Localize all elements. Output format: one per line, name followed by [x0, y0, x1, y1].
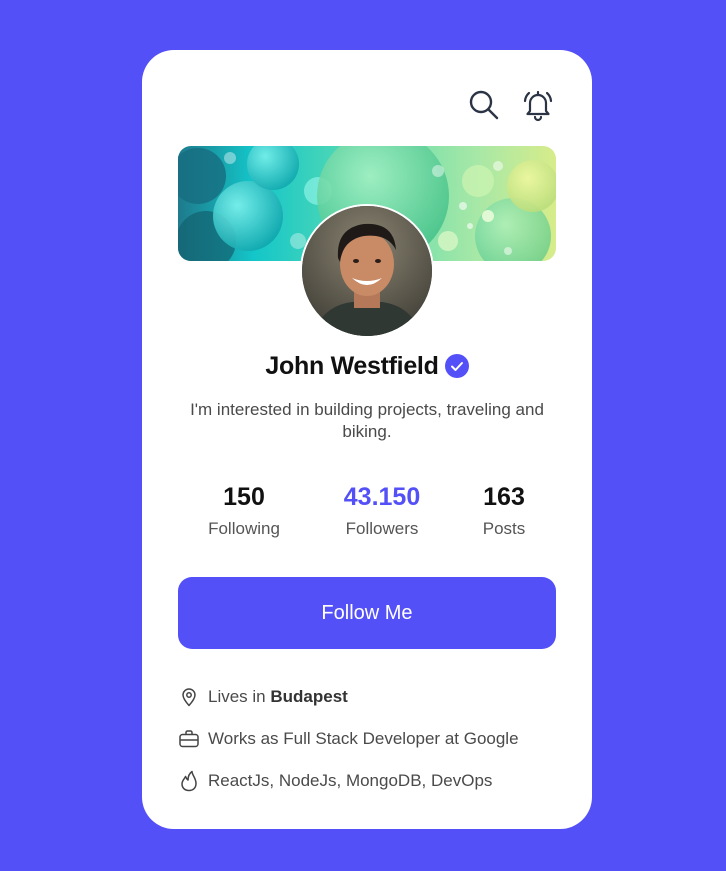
search-button[interactable] — [467, 88, 501, 122]
info-work: Works as Full Stack Developer at Google — [178, 726, 578, 752]
stat-followers[interactable]: 43.150 Followers — [322, 479, 442, 542]
info-location-city: Budapest — [270, 687, 348, 706]
briefcase-icon — [178, 728, 200, 750]
follow-button[interactable]: Follow Me — [178, 577, 556, 649]
profile-bio: I'm interested in building projects, tra… — [190, 400, 544, 441]
stat-label: Followers — [345, 519, 419, 538]
stat-following[interactable]: 150 Following — [194, 479, 294, 542]
info-skills: ReactJs, NodeJs, MongoDB, DevOps — [178, 768, 578, 794]
stat-value: 43.150 — [343, 483, 421, 511]
profile-stats: 150 Following 43.150 Followers 163 Posts — [142, 479, 592, 549]
notifications-button[interactable] — [521, 88, 555, 122]
info-work-text: Works as Full Stack Developer at Google — [208, 729, 519, 748]
stat-value: 150 — [223, 483, 265, 511]
stat-label: Posts — [482, 519, 526, 538]
info-location-text: Lives in Budapest — [208, 687, 348, 707]
profile-name: John Westfield — [265, 351, 439, 380]
search-icon — [469, 90, 499, 120]
verified-badge-icon — [444, 354, 469, 378]
flame-icon — [178, 770, 200, 792]
info-skills-text: ReactJs, NodeJs, MongoDB, DevOps — [208, 771, 493, 790]
stat-value: 163 — [483, 483, 525, 511]
stat-label: Following — [208, 519, 280, 538]
avatar — [300, 204, 434, 338]
bell-icon — [523, 90, 553, 122]
profile-name-row: John Westfield — [142, 346, 592, 386]
profile-card: John Westfield I'm interested in buildin… — [142, 50, 592, 829]
map-pin-icon — [178, 686, 200, 708]
info-location: Lives in Budapest — [178, 684, 578, 710]
info-location-prefix: Lives in — [208, 687, 271, 706]
stat-posts[interactable]: 163 Posts — [464, 479, 544, 542]
